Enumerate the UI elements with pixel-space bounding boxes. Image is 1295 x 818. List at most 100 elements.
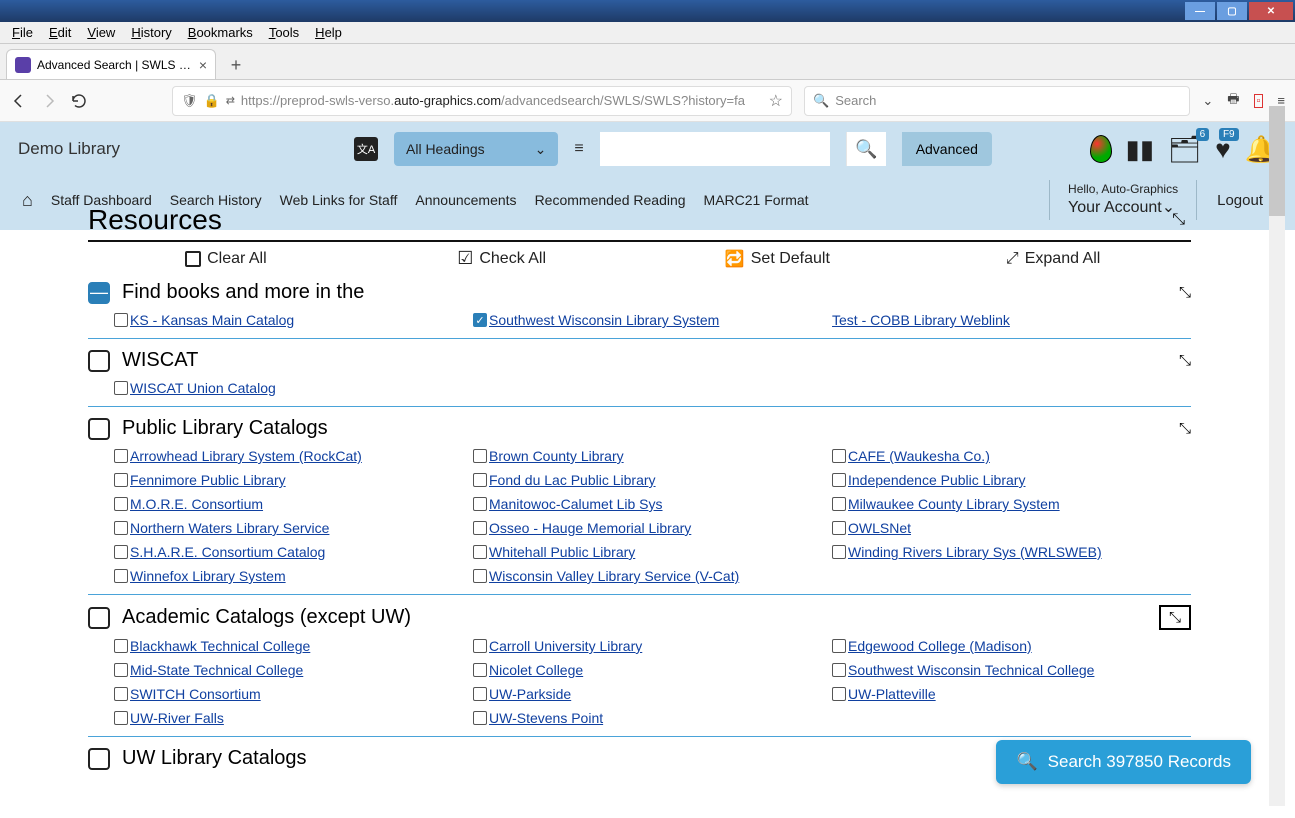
resource-link[interactable]: Manitowoc-Calumet Lib Sys (489, 496, 663, 512)
resource-checkbox[interactable] (473, 521, 487, 535)
group-checkbox[interactable] (88, 350, 110, 372)
resource-link[interactable]: S.H.A.R.E. Consortium Catalog (130, 544, 325, 560)
resource-link[interactable]: Blackhawk Technical College (130, 638, 310, 654)
back-button[interactable] (10, 92, 28, 110)
resource-checkbox[interactable] (114, 473, 128, 487)
new-tab-button[interactable]: + (222, 51, 250, 79)
resource-link[interactable]: Milwaukee County Library System (848, 496, 1060, 512)
resource-link[interactable]: UW-Platteville (848, 686, 936, 702)
resource-link[interactable]: UW-River Falls (130, 710, 224, 726)
heading-selector[interactable]: All Headings ⌄ (394, 132, 558, 166)
favorites-icon[interactable]: ♥F9 (1215, 134, 1230, 165)
database-icon[interactable]: ≡ (574, 140, 583, 158)
collapse-group-icon[interactable]: ⤡ (1159, 605, 1191, 630)
resource-link[interactable]: OWLSNet (848, 520, 911, 536)
catalog-search-button[interactable]: 🔍 (846, 132, 886, 166)
resource-checkbox[interactable] (832, 687, 846, 701)
resource-link[interactable]: Test - COBB Library Weblink (832, 312, 1010, 328)
resource-checkbox[interactable] (114, 711, 128, 725)
menu-bookmarks[interactable]: Bookmarks (180, 23, 261, 42)
vertical-scrollbar[interactable] (1269, 106, 1285, 806)
resource-checkbox[interactable] (473, 569, 487, 583)
pocket-icon[interactable]: ⌄ (1202, 93, 1213, 109)
group-checkbox[interactable] (88, 607, 110, 629)
minimize-button[interactable]: — (1185, 2, 1215, 20)
close-button[interactable]: ✕ (1249, 2, 1293, 20)
resource-checkbox[interactable] (832, 521, 846, 535)
check-all-button[interactable]: ☑Check All (364, 248, 640, 269)
collapse-group-icon[interactable]: ⤡ (1179, 420, 1191, 437)
browser-tab[interactable]: Advanced Search | SWLS | SWLS × (6, 49, 216, 79)
resource-link[interactable]: KS - Kansas Main Catalog (130, 312, 294, 328)
resource-checkbox[interactable] (473, 449, 487, 463)
permissions-icon[interactable]: ⇄ (226, 94, 235, 107)
resource-link[interactable]: Independence Public Library (848, 472, 1025, 488)
resource-link[interactable]: Wisconsin Valley Library Service (V-Cat) (489, 568, 739, 584)
expand-all-button[interactable]: ⤢Expand All (915, 248, 1191, 269)
resource-link[interactable]: Winding Rivers Library Sys (WRLSWEB) (848, 544, 1102, 560)
resource-checkbox[interactable] (114, 497, 128, 511)
resource-checkbox[interactable] (832, 473, 846, 487)
reload-button[interactable] (70, 92, 88, 110)
resource-checkbox[interactable] (473, 639, 487, 653)
resource-checkbox[interactable] (114, 687, 128, 701)
menu-help[interactable]: Help (307, 23, 350, 42)
resource-link[interactable]: Fennimore Public Library (130, 472, 286, 488)
print-icon[interactable]: 🖶 (1227, 90, 1239, 112)
resource-link[interactable]: UW-Parkside (489, 686, 571, 702)
menu-edit[interactable]: Edit (41, 23, 79, 42)
scan-icon[interactable]: ▮▮ (1126, 134, 1155, 165)
resource-link[interactable]: CAFE (Waukesha Co.) (848, 448, 990, 464)
resource-checkbox[interactable] (473, 711, 487, 725)
menu-file[interactable]: File (4, 23, 41, 42)
cart-icon[interactable]: 🗂6 (1168, 134, 1201, 165)
collapse-group-icon[interactable]: ⤡ (1179, 352, 1191, 369)
group-checkbox[interactable]: — (88, 282, 110, 304)
scrollbar-thumb[interactable] (1269, 106, 1285, 216)
group-checkbox[interactable] (88, 748, 110, 770)
resource-link[interactable]: Southwest Wisconsin Library System (489, 312, 719, 328)
resource-link[interactable]: Whitehall Public Library (489, 544, 635, 560)
bookmark-star-icon[interactable]: ☆ (769, 91, 783, 111)
resource-checkbox[interactable] (114, 381, 128, 395)
collapse-resources-icon[interactable]: ⤡ (1172, 211, 1191, 229)
resource-checkbox[interactable] (114, 639, 128, 653)
resource-link[interactable]: Arrowhead Library System (RockCat) (130, 448, 362, 464)
shield-icon[interactable]: 🛡 (181, 93, 198, 109)
resource-checkbox[interactable] (473, 473, 487, 487)
group-checkbox[interactable] (88, 418, 110, 440)
lock-icon[interactable]: 🔒 (204, 93, 220, 109)
resource-checkbox[interactable] (114, 569, 128, 583)
set-default-button[interactable]: 🔁Set Default (640, 248, 916, 269)
language-icon[interactable]: 文A (354, 137, 378, 161)
collapse-group-icon[interactable]: ⤡ (1179, 284, 1191, 301)
browser-search-box[interactable]: 🔍 Search (804, 86, 1190, 116)
resource-link[interactable]: Edgewood College (Madison) (848, 638, 1032, 654)
resource-checkbox[interactable] (832, 545, 846, 559)
resource-checkbox[interactable] (114, 545, 128, 559)
resource-link[interactable]: Fond du Lac Public Library (489, 472, 656, 488)
menu-history[interactable]: History (123, 23, 179, 42)
resource-checkbox[interactable] (114, 663, 128, 677)
resource-link[interactable]: Nicolet College (489, 662, 583, 678)
menu-tools[interactable]: Tools (261, 23, 307, 42)
resource-checkbox[interactable] (114, 313, 128, 327)
resource-link[interactable]: Southwest Wisconsin Technical College (848, 662, 1094, 678)
catalog-search-input[interactable] (600, 132, 830, 166)
menu-view[interactable]: View (79, 23, 123, 42)
resource-checkbox[interactable]: ✓ (473, 313, 487, 327)
resource-link[interactable]: Winnefox Library System (130, 568, 286, 584)
balloon-icon[interactable] (1090, 135, 1112, 163)
resource-link[interactable]: Osseo - Hauge Memorial Library (489, 520, 691, 536)
resource-checkbox[interactable] (473, 497, 487, 511)
resource-link[interactable]: M.O.R.E. Consortium (130, 496, 263, 512)
resource-checkbox[interactable] (473, 545, 487, 559)
resource-link[interactable]: Northern Waters Library Service (130, 520, 329, 536)
resource-checkbox[interactable] (473, 687, 487, 701)
advanced-search-button[interactable]: Advanced (902, 132, 992, 166)
resource-link[interactable]: WISCAT Union Catalog (130, 380, 276, 396)
search-records-button[interactable]: 🔍 Search 397850 Records (996, 740, 1251, 784)
resource-link[interactable]: SWITCH Consortium (130, 686, 261, 702)
resource-link[interactable]: Mid-State Technical College (130, 662, 303, 678)
resource-checkbox[interactable] (473, 663, 487, 677)
